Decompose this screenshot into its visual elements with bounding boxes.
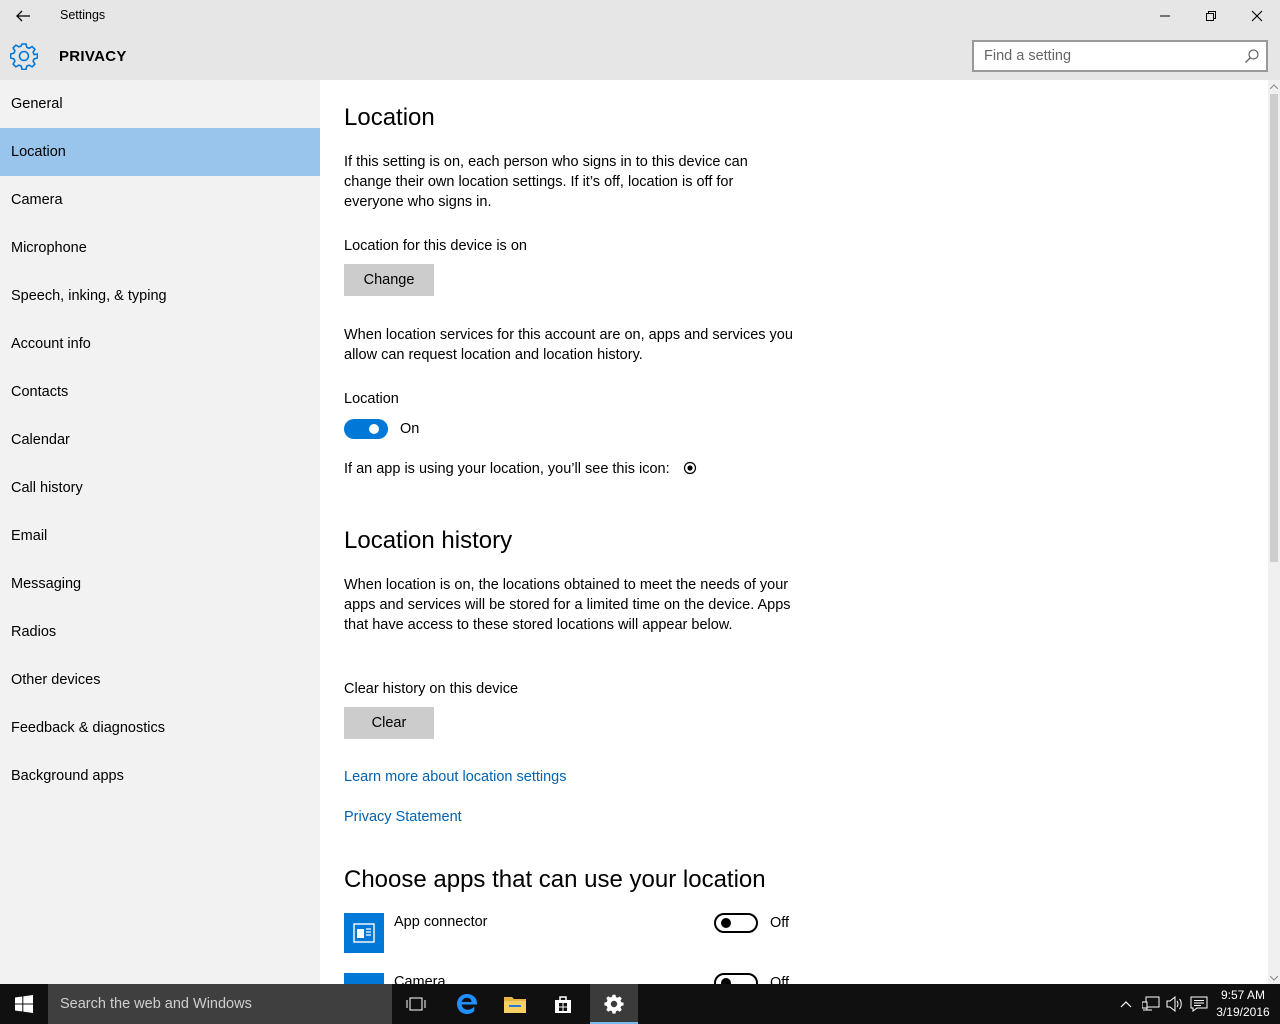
show-hidden-icons-chevron-icon[interactable]: [1117, 996, 1135, 1012]
back-arrow-icon: [16, 10, 30, 22]
location-toggle-label: Location: [344, 391, 399, 407]
scroll-down-arrow-icon[interactable]: [1268, 972, 1280, 984]
sidebar-item-camera[interactable]: Camera: [0, 176, 320, 224]
taskbar-search-box[interactable]: Search the web and Windows: [48, 984, 392, 1024]
app-name: Camera: [394, 974, 446, 984]
clock-time: 9:57 AM: [1220, 988, 1266, 1002]
restore-icon: [1206, 11, 1216, 21]
main-content: Location If this setting is on, each per…: [320, 80, 1268, 984]
location-history-heading: Location history: [344, 527, 513, 554]
close-icon: [1251, 10, 1263, 22]
sidebar-item-speech[interactable]: Speech, inking, & typing: [0, 272, 320, 320]
scroll-thumb[interactable]: [1270, 94, 1278, 562]
sidebar-item-calendar[interactable]: Calendar: [0, 416, 320, 464]
sidebar-item-account-info[interactable]: Account info: [0, 320, 320, 368]
scroll-up-arrow-icon[interactable]: [1268, 80, 1280, 92]
camera-app-icon: [344, 973, 384, 984]
location-heading: Location: [344, 104, 435, 131]
taskbar-edge[interactable]: [443, 984, 491, 1024]
sidebar-item-contacts[interactable]: Contacts: [0, 368, 320, 416]
sidebar-item-messaging[interactable]: Messaging: [0, 560, 320, 608]
location-toggle-state: On: [400, 421, 420, 437]
taskbar-store[interactable]: [539, 984, 587, 1024]
windows-logo-icon: [15, 995, 33, 1013]
window-title: Settings: [60, 8, 106, 22]
task-view-icon: [406, 997, 426, 1011]
privacy-statement-link[interactable]: Privacy Statement: [344, 809, 462, 825]
store-icon: [555, 996, 571, 1013]
taskbar-clock[interactable]: 9:57 AM 3/19/2016: [1206, 987, 1280, 1021]
app-connector-toggle[interactable]: [714, 913, 758, 933]
sidebar-item-other-devices[interactable]: Other devices: [0, 656, 320, 704]
back-button[interactable]: [0, 0, 46, 32]
page-title: PRIVACY: [59, 48, 127, 65]
minimize-icon: [1160, 15, 1170, 17]
network-icon[interactable]: [1142, 996, 1160, 1012]
toggle-knob: [721, 918, 731, 928]
device-location-status: Location for this device is on: [344, 238, 527, 254]
volume-icon[interactable]: [1166, 996, 1184, 1012]
minimize-button[interactable]: [1142, 0, 1188, 32]
taskbar-file-explorer[interactable]: [491, 984, 539, 1024]
learn-more-link[interactable]: Learn more about location settings: [344, 769, 566, 785]
camera-toggle-state: Off: [770, 975, 790, 984]
close-button[interactable]: [1234, 0, 1280, 32]
app-name: App connector: [394, 914, 488, 930]
clock-date: 3/19/2016: [1216, 1005, 1270, 1019]
location-description: If this setting is on, each person who s…: [344, 154, 748, 210]
title-bar: Settings: [0, 0, 1280, 32]
taskbar-search-text: Search the web and Windows: [60, 996, 252, 1012]
app-connector-toggle-state: Off: [770, 915, 790, 931]
edge-browser-icon: [457, 994, 477, 1014]
sidebar-item-call-history[interactable]: Call history: [0, 464, 320, 512]
sidebar-item-location[interactable]: Location: [0, 128, 320, 176]
clear-button[interactable]: Clear: [344, 707, 434, 739]
clear-history-label: Clear history on this device: [344, 681, 519, 697]
location-in-use-icon: [683, 461, 697, 475]
search-box[interactable]: [972, 40, 1268, 72]
sidebar-item-general[interactable]: General: [0, 80, 320, 128]
restore-button[interactable]: [1188, 0, 1234, 32]
camera-toggle[interactable]: [714, 973, 758, 984]
folder-icon: [504, 997, 526, 1013]
taskbar: Search the web and Windows 9:57 AM 3/19/…: [0, 984, 1280, 1024]
toggle-knob: [369, 424, 379, 434]
gear-icon: [604, 994, 624, 1014]
location-toggle[interactable]: [344, 419, 388, 439]
gear-icon: [10, 43, 38, 70]
account-location-description: When location services for this account …: [344, 327, 793, 363]
sidebar-item-radios[interactable]: Radios: [0, 608, 320, 656]
sidebar-item-microphone[interactable]: Microphone: [0, 224, 320, 272]
sidebar-item-feedback[interactable]: Feedback & diagnostics: [0, 704, 320, 752]
location-history-description: When location is on, the locations obtai…: [344, 577, 791, 633]
change-button[interactable]: Change: [344, 264, 434, 296]
vertical-scrollbar[interactable]: [1268, 80, 1280, 984]
settings-header: PRIVACY: [0, 32, 1280, 80]
start-button[interactable]: [0, 984, 48, 1024]
apps-heading: Choose apps that can use your location: [344, 866, 766, 893]
sidebar-item-background-apps[interactable]: Background apps: [0, 752, 320, 800]
app-connector-icon: [344, 913, 384, 953]
sidebar-item-email[interactable]: Email: [0, 512, 320, 560]
sidebar: General Location Camera Microphone Speec…: [0, 80, 320, 984]
search-icon[interactable]: [1244, 48, 1260, 64]
location-icon-hint: If an app is using your location, you’ll…: [344, 461, 670, 477]
task-view-button[interactable]: [392, 984, 440, 1024]
taskbar-settings[interactable]: [590, 984, 638, 1024]
search-input[interactable]: [974, 42, 1234, 70]
